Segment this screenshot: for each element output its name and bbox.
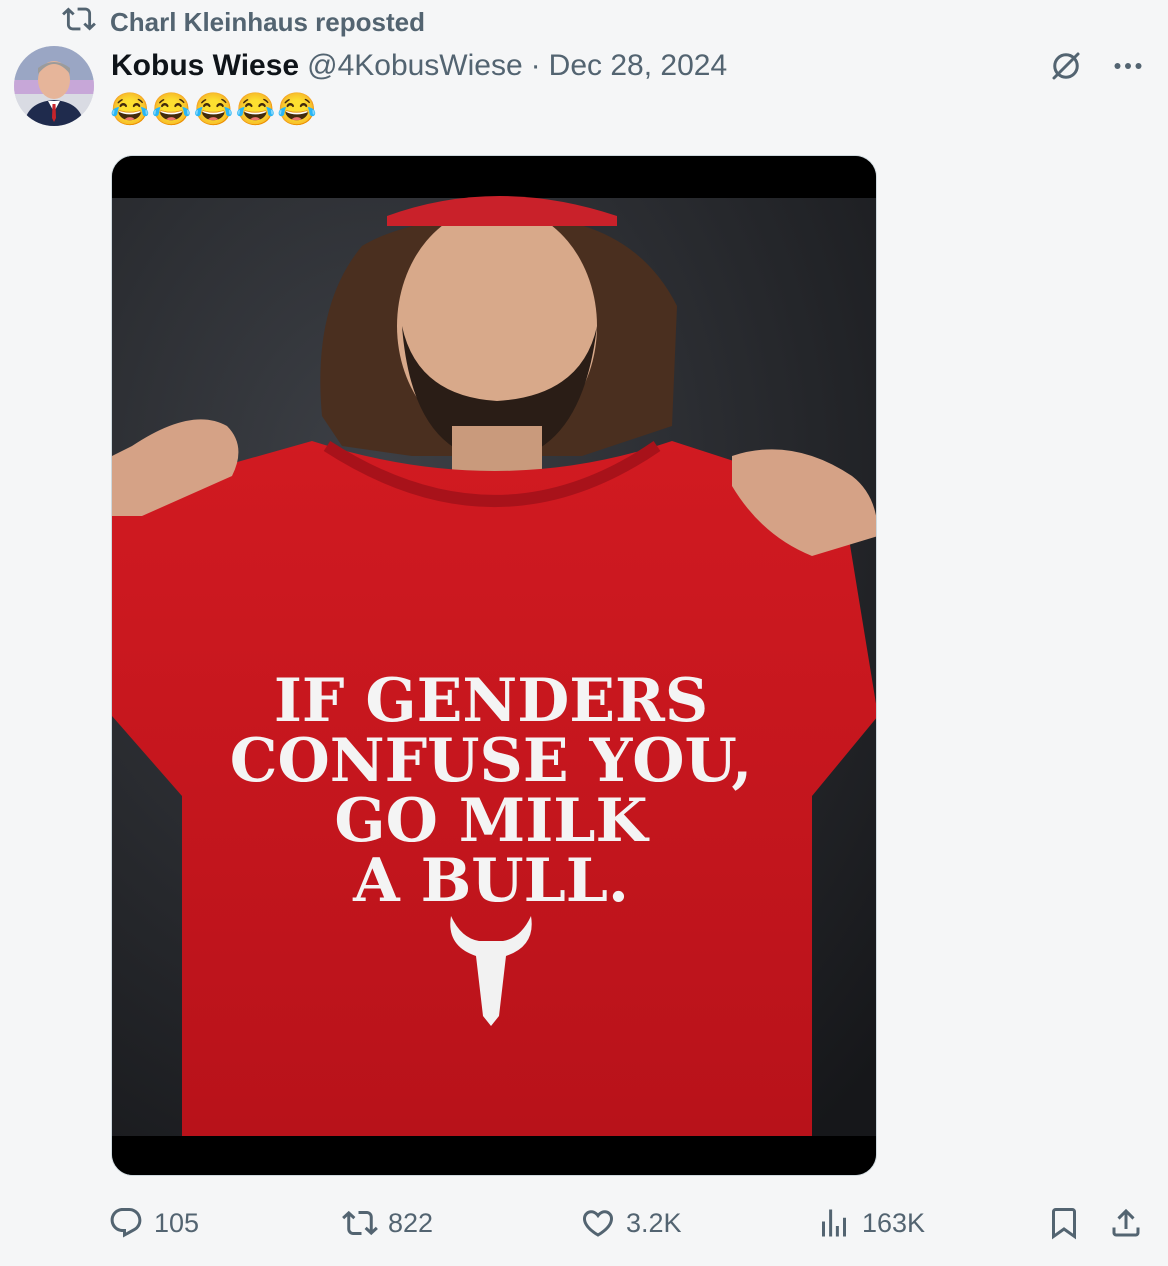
views-count: 163K [862, 1207, 926, 1238]
avatar[interactable] [14, 46, 94, 126]
separator: · [530, 49, 541, 82]
bookmark-icon [1046, 1205, 1082, 1241]
share-button[interactable] [1108, 1205, 1144, 1241]
tweet-top-actions [1048, 48, 1146, 84]
grok-icon[interactable] [1048, 48, 1084, 84]
like-count: 3.2K [626, 1207, 682, 1238]
repost-label: Charl Kleinhaus reposted [110, 6, 425, 37]
like-button[interactable]: 3.2K [580, 1205, 682, 1241]
author-name[interactable]: Kobus Wiese [111, 49, 299, 83]
repost-context[interactable]: Charl Kleinhaus reposted [62, 6, 425, 38]
more-icon[interactable] [1110, 48, 1146, 84]
shirt-text-line-4: A BULL. [352, 846, 629, 916]
author-handle[interactable]: @4KobusWiese [307, 49, 523, 83]
tweet-header: Kobus Wiese @4KobusWiese · Dec 28, 2024 [111, 46, 727, 86]
share-icon [1108, 1205, 1144, 1241]
heart-icon [580, 1205, 616, 1241]
tweet-text: 😂😂😂😂😂 [110, 91, 320, 127]
views-button[interactable]: 163K [816, 1205, 925, 1241]
reply-count: 105 [154, 1207, 200, 1238]
repost-count: 822 [388, 1207, 434, 1238]
reply-icon [108, 1205, 144, 1241]
tweet-media-image[interactable]: IF GENDERS CONFUSE YOU, GO MILK A BULL. [111, 155, 877, 1176]
reply-button[interactable]: 105 [108, 1205, 199, 1241]
repost-icon [62, 2, 96, 43]
repost-icon [342, 1205, 378, 1241]
bookmark-button[interactable] [1046, 1205, 1082, 1241]
tweet-actions: 105 822 3.2K 163K [108, 1200, 1148, 1246]
repost-button[interactable]: 822 [342, 1205, 433, 1241]
tweet-date[interactable]: Dec 28, 2024 [549, 49, 727, 83]
views-icon [816, 1205, 852, 1241]
